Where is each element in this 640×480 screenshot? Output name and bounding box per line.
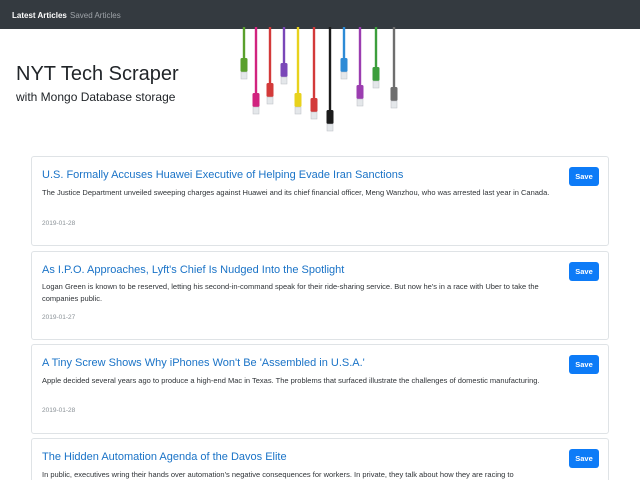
save-button[interactable]: Save [569,355,599,374]
article-card: The Hidden Automation Agenda of the Davo… [31,438,609,480]
save-button[interactable]: Save [569,167,599,186]
page-subtitle: with Mongo Database storage [16,90,176,104]
ethernet-cable [310,27,318,120]
nav-latest-articles[interactable]: Latest Articles [12,10,67,21]
article-title[interactable]: As I.P.O. Approaches, Lyft's Chief Is Nu… [42,263,344,277]
ethernet-cable [294,27,302,115]
ethernet-cable [280,27,288,85]
article-date: 2019-01-27 [42,314,76,321]
ethernet-cable [390,27,398,109]
article-summary: In public, executives wring their hands … [42,470,514,479]
article-summary: The Justice Department unveiled sweeping… [42,188,550,197]
article-title[interactable]: U.S. Formally Accuses Huawei Executive o… [42,168,403,182]
ethernet-cable [356,27,364,107]
article-summary: Apple decided several years ago to produ… [42,376,540,385]
page-title: NYT Tech Scraper [16,63,179,85]
ethernet-cable [252,27,260,115]
article-title[interactable]: A Tiny Screw Shows Why iPhones Won't Be … [42,356,365,370]
ethernet-cable [326,27,334,132]
save-button[interactable]: Save [569,262,599,281]
article-card: As I.P.O. Approaches, Lyft's Chief Is Nu… [31,251,609,340]
ethernet-cable [266,27,274,105]
ethernet-cables-image [240,27,398,132]
article-card: U.S. Formally Accuses Huawei Executive o… [31,156,609,246]
article-summary: Logan Green is known to be reserved, let… [42,282,539,303]
nav-saved-articles[interactable]: Saved Articles [70,10,121,21]
top-navbar: Latest Articles Saved Articles [0,0,640,29]
ethernet-cable [372,27,380,89]
article-title[interactable]: The Hidden Automation Agenda of the Davo… [42,450,287,464]
article-date: 2019-01-28 [42,407,76,414]
save-button[interactable]: Save [569,449,599,468]
article-card: A Tiny Screw Shows Why iPhones Won't Be … [31,344,609,434]
ethernet-cable [340,27,348,80]
article-date: 2019-01-28 [42,220,76,227]
ethernet-cable [240,27,248,80]
